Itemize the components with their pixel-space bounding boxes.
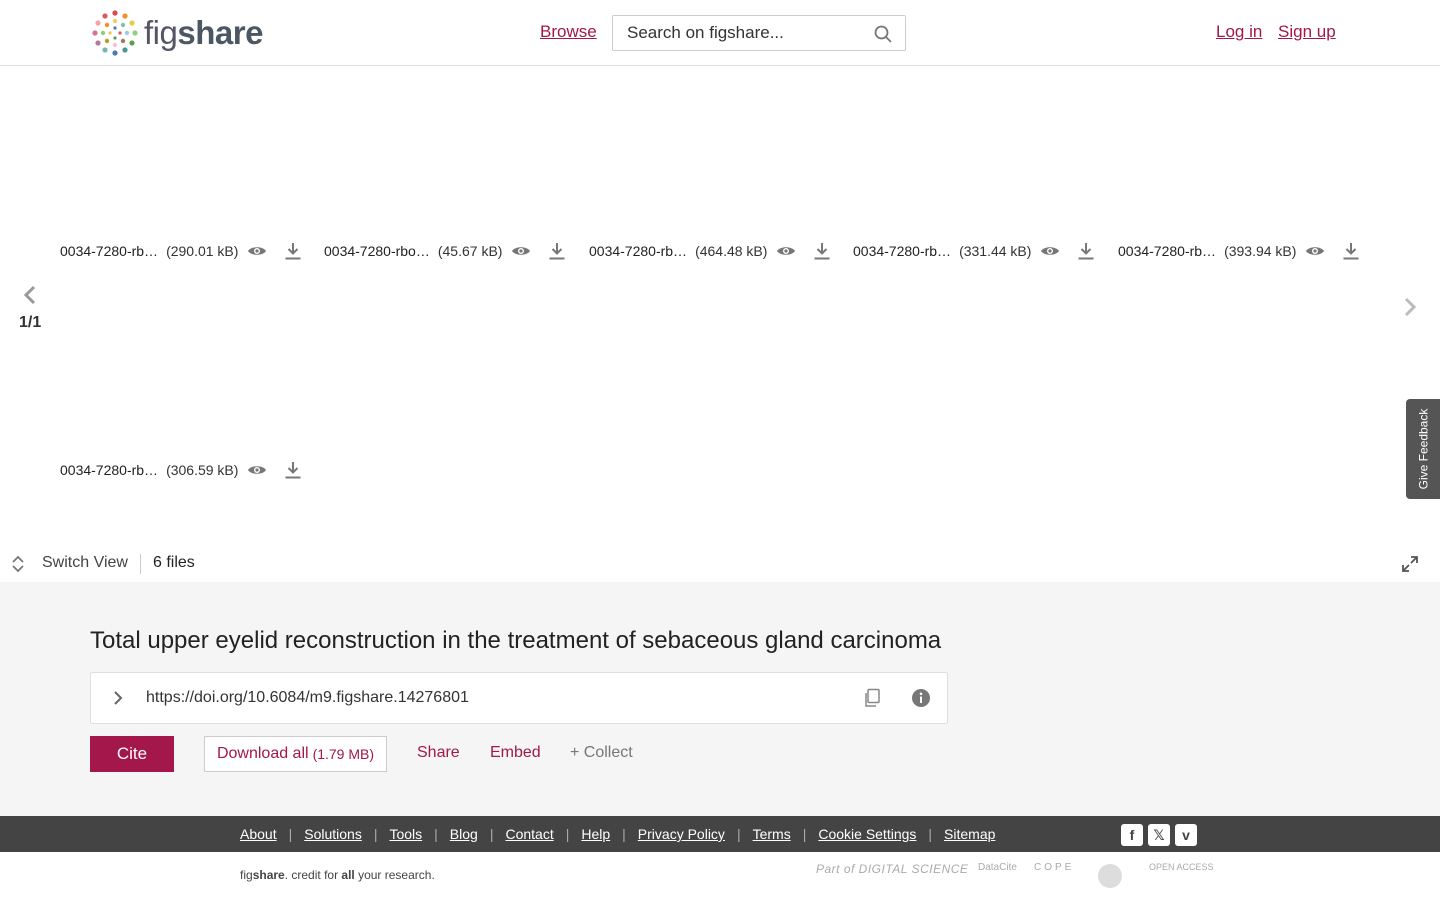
footer-link-tools[interactable]: Tools [389,826,422,842]
info-icon[interactable] [911,688,931,708]
doi-box: https://doi.org/10.6084/m9.figshare.1427… [90,672,948,724]
download-icon[interactable] [282,459,304,481]
browse-link[interactable]: Browse [540,22,597,42]
file-item: 0034-7280-rbo… (45.67 kB) [324,239,568,263]
chevron-right-icon[interactable] [111,689,125,707]
embed-link[interactable]: Embed [490,744,541,762]
file-item: 0034-7280-rb… (331.44 kB) [853,239,1097,263]
signup-link[interactable]: Sign up [1278,22,1336,42]
figshare-logo[interactable]: figshare [90,8,263,58]
search-icon[interactable] [873,24,893,44]
footer-link-privacy-policy[interactable]: Privacy Policy [638,826,725,842]
preview-eye-icon[interactable] [510,240,532,262]
download-icon[interactable] [1340,240,1362,262]
file-name[interactable]: 0034-7280-rb… [853,243,951,259]
facebook-icon[interactable]: f [1121,824,1143,846]
download-icon[interactable] [282,240,304,262]
file-name[interactable]: 0034-7280-rb… [1118,243,1216,259]
page-indicator: 1/1 [19,314,42,331]
seal-logo-icon[interactable] [1098,864,1122,888]
search-box [612,15,906,51]
file-size: (393.94 kB) [1224,243,1297,259]
digital-science-logo[interactable]: Part of DIGITAL SCIENCE [816,862,968,876]
footer-link-sitemap[interactable]: Sitemap [944,826,995,842]
next-page-chevron-icon[interactable] [1400,296,1420,318]
file-size: (290.01 kB) [166,243,239,259]
file-size: (45.67 kB) [437,243,503,259]
file-size: (306.59 kB) [166,462,239,478]
logo-wordmark: figshare [144,14,263,51]
file-name[interactable]: 0034-7280-rb… [589,243,687,259]
switch-view-button[interactable]: Switch View [42,554,128,572]
footer-nav: About | Solutions | Tools | Blog | Contact | … [0,816,1440,852]
file-size: (464.48 kB) [695,243,768,259]
site-header: figshare Browse Log in Sign up [0,0,1440,66]
file-item: 0034-7280-rb… (464.48 kB) [589,239,833,263]
figshare-logo-icon [92,10,138,56]
preview-eye-icon[interactable] [246,240,268,262]
x-twitter-icon[interactable]: 𝕏 [1148,824,1170,846]
file-size: (331.44 kB) [959,243,1032,259]
preview-eye-icon[interactable] [775,240,797,262]
divider [140,554,141,574]
switch-view-icon[interactable] [10,555,26,573]
preview-eye-icon[interactable] [1304,240,1326,262]
download-icon[interactable] [546,240,568,262]
file-viewer: 0034-7280-rb… (290.01 kB) 0034-7280-rbo…… [0,66,1440,582]
file-name[interactable]: 0034-7280-rb… [60,243,158,259]
footer-link-cookie-settings[interactable]: Cookie Settings [818,826,916,842]
footer-link-terms[interactable]: Terms [753,826,791,842]
datacite-logo[interactable]: DataCite [978,862,1017,873]
item-details: Total upper eyelid reconstruction in the… [0,582,1440,816]
copy-icon[interactable] [863,688,881,708]
footer-link-blog[interactable]: Blog [450,826,478,842]
fullscreen-expand-icon[interactable] [1401,555,1419,573]
viewer-toolbar: Switch View 6 files [0,550,1440,578]
footer-links: About | Solutions | Tools | Blog | Contact | … [240,826,996,842]
footer-link-contact[interactable]: Contact [505,826,553,842]
footer-bottom: figshare. credit for all your research. … [0,852,1440,900]
file-count: 6 files [153,554,195,571]
preview-eye-icon[interactable] [246,459,268,481]
footer-tagline: figshare. credit for all your research. [240,868,435,882]
file-name[interactable]: 0034-7280-rb… [60,462,158,478]
file-item: 0034-7280-rb… (306.59 kB) [60,458,304,482]
previous-page-chevron-icon[interactable] [20,284,40,306]
download-all-label: Download all [216,745,309,762]
download-all-size: (1.79 MB) [312,746,375,762]
file-item: 0034-7280-rb… (393.94 kB) [1118,239,1362,263]
download-icon[interactable] [811,240,833,262]
doi-link[interactable]: https://doi.org/10.6084/m9.figshare.1427… [146,689,469,707]
cite-button[interactable]: Cite [90,736,174,772]
share-link[interactable]: Share [417,744,460,762]
open-access-logo[interactable]: OPEN ACCESS [1149,862,1214,872]
download-all-button[interactable]: Download all (1.79 MB) [204,736,387,772]
footer-link-help[interactable]: Help [581,826,610,842]
download-icon[interactable] [1075,240,1097,262]
preview-eye-icon[interactable] [1039,240,1061,262]
login-link[interactable]: Log in [1216,22,1262,42]
footer-link-solutions[interactable]: Solutions [304,826,362,842]
vimeo-icon[interactable]: v [1175,824,1197,846]
cope-logo[interactable]: COPE [1034,862,1074,873]
collect-link[interactable]: + Collect [570,744,633,762]
page-title: Total upper eyelid reconstruction in the… [90,627,942,654]
file-name[interactable]: 0034-7280-rbo… [324,243,430,259]
give-feedback-label: Give Feedback [1416,408,1430,490]
file-item: 0034-7280-rb… (290.01 kB) [60,239,304,263]
search-input[interactable] [627,23,867,43]
give-feedback-tab[interactable]: Give Feedback [1406,399,1440,499]
footer-link-about[interactable]: About [240,826,277,842]
